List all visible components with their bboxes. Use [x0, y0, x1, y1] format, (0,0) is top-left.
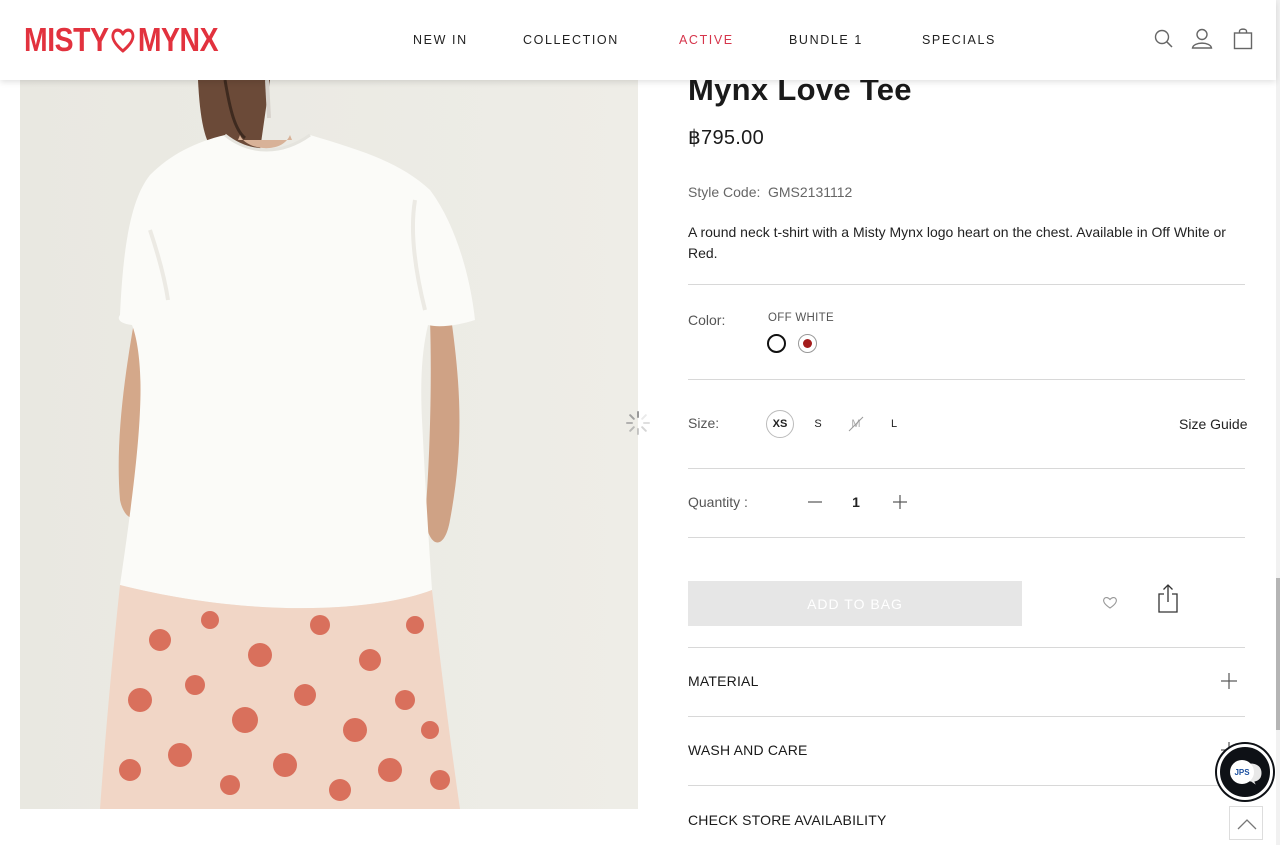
chevron-up-icon — [1237, 819, 1257, 830]
unavailable-strike-icon — [848, 416, 864, 432]
size-label: Size: — [688, 415, 720, 431]
product-description: A round neck t-shirt with a Misty Mynx l… — [688, 224, 1226, 261]
product-image[interactable] — [20, 80, 638, 809]
chat-widget-button[interactable]: JPS — [1217, 744, 1273, 800]
quantity-decrement-button[interactable] — [804, 490, 826, 514]
chat-widget-label: JPS — [1234, 768, 1250, 777]
plus-icon — [893, 495, 907, 509]
size-option-l[interactable]: L — [880, 410, 908, 438]
search-icon[interactable] — [1152, 26, 1176, 52]
size-guide-link[interactable]: Size Guide — [1179, 416, 1247, 432]
share-icon[interactable] — [1155, 582, 1181, 614]
quantity-label: Quantity : — [688, 494, 748, 510]
style-code-value: GMS2131112 — [768, 184, 853, 200]
divider — [688, 716, 1245, 717]
nav-item-new-in[interactable]: NEW IN — [413, 33, 468, 47]
style-code-label: Style Code: — [688, 184, 761, 200]
divider — [688, 284, 1245, 285]
expand-plus-icon — [1221, 673, 1237, 689]
bag-icon[interactable] — [1231, 26, 1255, 52]
scroll-to-top-button[interactable] — [1229, 806, 1263, 840]
chat-bubble-icon: JPS — [1230, 760, 1263, 788]
size-option-m[interactable]: M — [842, 410, 870, 438]
color-label: Color: — [688, 312, 726, 328]
page-scrollbar-thumb[interactable] — [1276, 578, 1280, 730]
divider — [688, 468, 1245, 469]
quantity-increment-button[interactable] — [889, 490, 911, 514]
size-option-s[interactable]: S — [804, 410, 832, 438]
divider — [688, 785, 1245, 786]
accordion-material-label: MATERIAL — [688, 673, 759, 689]
selected-color-name: OFF WHITE — [768, 312, 834, 324]
accordion-wash-and-care[interactable]: WASH AND CARE — [688, 742, 1245, 766]
quantity-value[interactable]: 1 — [850, 494, 862, 510]
wishlist-heart-icon[interactable] — [1100, 592, 1120, 612]
accordion-check-store-availability[interactable]: CHECK STORE AVAILABILITY — [688, 812, 1245, 836]
divider — [688, 537, 1245, 538]
main-nav: NEW IN COLLECTION ACTIVE BUNDLE 1 SPECIA… — [0, 33, 1276, 49]
nav-item-bundle-1[interactable]: BUNDLE 1 — [789, 33, 863, 47]
nav-item-specials[interactable]: SPECIALS — [922, 33, 996, 47]
user-icon[interactable] — [1190, 26, 1214, 52]
color-swatch-off-white[interactable] — [767, 334, 786, 353]
color-swatch-red[interactable] — [798, 334, 817, 353]
add-to-bag-button[interactable]: ADD TO BAG — [688, 581, 1022, 626]
divider — [688, 379, 1245, 380]
divider — [688, 647, 1245, 648]
nav-item-collection[interactable]: COLLECTION — [523, 33, 619, 47]
size-option-xs[interactable]: XS — [766, 410, 794, 438]
accordion-material[interactable]: MATERIAL — [688, 673, 1245, 697]
site-header: MISTY MYNX NEW IN COLLECTION ACTIVE BUND… — [0, 0, 1276, 80]
loading-spinner-icon — [626, 411, 650, 435]
accordion-check-store-availability-label: CHECK STORE AVAILABILITY — [688, 812, 887, 828]
minus-icon — [808, 501, 822, 503]
accordion-wash-and-care-label: WASH AND CARE — [688, 742, 808, 758]
nav-item-active[interactable]: ACTIVE — [679, 33, 734, 47]
product-photo-illustration — [20, 80, 638, 809]
product-price: ฿795.00 — [688, 127, 764, 149]
